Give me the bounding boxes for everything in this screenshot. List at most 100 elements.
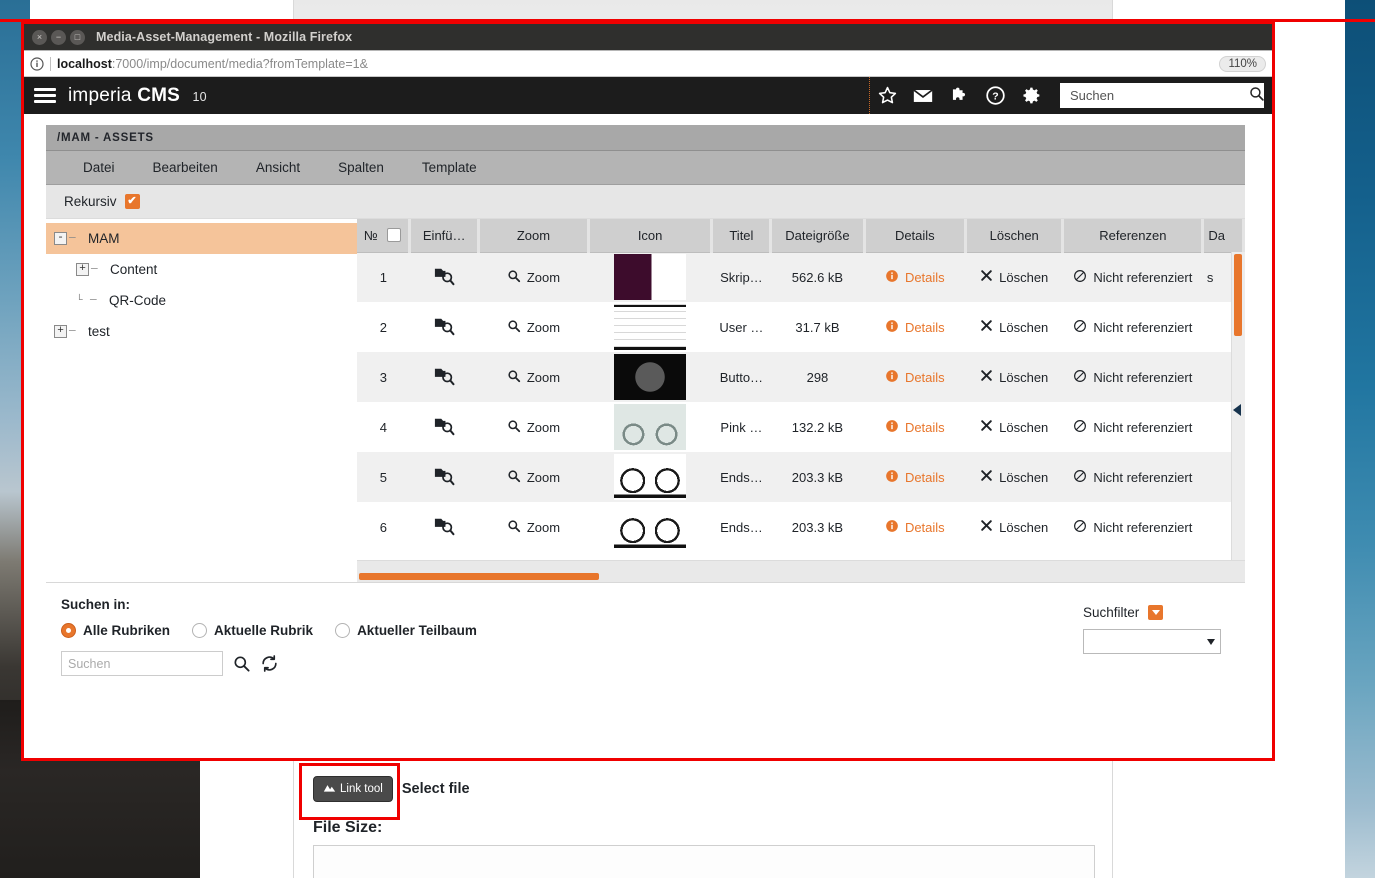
radio-aktueller-teilbaum[interactable]: Aktueller Teilbaum bbox=[335, 623, 477, 638]
delete-button[interactable]: Löschen bbox=[965, 402, 1063, 452]
column-header-details[interactable]: Details bbox=[864, 219, 968, 253]
menu-item-ansicht[interactable]: Ansicht bbox=[237, 160, 319, 175]
asset-thumbnail[interactable] bbox=[614, 254, 687, 301]
details-button[interactable]: Details bbox=[864, 502, 966, 552]
asset-thumbnail[interactable] bbox=[614, 504, 687, 550]
column-header-einfuegen[interactable]: Einfü… bbox=[409, 219, 481, 253]
cell-thumbnail[interactable] bbox=[588, 352, 712, 402]
table-row[interactable]: 3 Zoom Butto… 298 Details Löschen Nicht refere… bbox=[357, 352, 1244, 402]
table-vertical-scrollbar[interactable] bbox=[1231, 252, 1245, 560]
search-input[interactable] bbox=[61, 651, 223, 676]
insert-asset-button[interactable] bbox=[409, 352, 479, 402]
header-search-input[interactable] bbox=[1068, 87, 1248, 104]
star-icon[interactable] bbox=[876, 85, 898, 107]
zoom-button[interactable]: Zoom bbox=[478, 302, 589, 352]
recursive-checkbox[interactable]: ✔ bbox=[124, 194, 140, 209]
cell-thumbnail[interactable] bbox=[588, 302, 712, 352]
delete-link[interactable]: Löschen bbox=[980, 519, 1048, 535]
insert-asset-button[interactable] bbox=[409, 252, 479, 302]
refresh-icon[interactable] bbox=[260, 654, 279, 673]
zoom-button[interactable]: Zoom bbox=[478, 402, 589, 452]
header-search-box[interactable] bbox=[1060, 83, 1264, 108]
details-link[interactable]: Details bbox=[885, 369, 945, 386]
delete-button[interactable]: Löschen bbox=[965, 452, 1063, 502]
hamburger-menu-icon[interactable] bbox=[34, 88, 56, 103]
zoom-link[interactable]: Zoom bbox=[507, 269, 560, 286]
table-row[interactable]: 2 Zoom User … 31.7 kB Details Löschen Nicht re… bbox=[357, 302, 1244, 352]
table-row[interactable]: 5 Zoom Ends… 203.3 kB Details Löschen Nicht re… bbox=[357, 452, 1244, 502]
radio-indicator[interactable] bbox=[61, 623, 76, 638]
column-header-dateigroesse[interactable]: Dateigröße bbox=[770, 219, 866, 253]
details-button[interactable]: Details bbox=[864, 402, 966, 452]
file-size-input[interactable] bbox=[313, 845, 1095, 878]
column-header-referenzen[interactable]: Referenzen bbox=[1062, 219, 1205, 253]
radio-indicator[interactable] bbox=[192, 623, 208, 638]
column-header-titel[interactable]: Titel bbox=[711, 219, 773, 253]
delete-button[interactable]: Löschen bbox=[965, 302, 1063, 352]
zoom-link[interactable]: Zoom bbox=[507, 419, 560, 436]
delete-link[interactable]: Löschen bbox=[980, 369, 1048, 385]
tree-toggle-icon[interactable]: + bbox=[54, 325, 67, 338]
insert-asset-button[interactable] bbox=[409, 402, 479, 452]
tree-toggle-icon[interactable]: + bbox=[76, 263, 89, 276]
cell-thumbnail[interactable] bbox=[588, 252, 712, 302]
vertical-scrollbar-thumb[interactable] bbox=[1234, 254, 1242, 336]
delete-link[interactable]: Löschen bbox=[980, 319, 1048, 335]
asset-thumbnail[interactable] bbox=[614, 354, 687, 400]
menu-item-bearbeiten[interactable]: Bearbeiten bbox=[134, 160, 237, 175]
delete-button[interactable]: Löschen bbox=[965, 252, 1063, 302]
zoom-link[interactable]: Zoom bbox=[507, 319, 560, 336]
delete-link[interactable]: Löschen bbox=[980, 269, 1048, 285]
asset-thumbnail[interactable] bbox=[614, 454, 687, 500]
tree-node-content[interactable]: + ─ Content bbox=[46, 254, 357, 285]
table-horizontal-scrollbar[interactable] bbox=[357, 560, 1245, 582]
details-link[interactable]: Details bbox=[885, 519, 945, 536]
details-link[interactable]: Details bbox=[885, 419, 945, 436]
gear-icon[interactable] bbox=[1020, 85, 1042, 107]
details-link[interactable]: Details bbox=[885, 469, 945, 486]
link-tool-button[interactable]: Link tool bbox=[313, 776, 393, 802]
search-icon[interactable] bbox=[232, 654, 251, 673]
zoom-button[interactable]: Zoom bbox=[478, 452, 589, 502]
insert-asset-button[interactable] bbox=[409, 502, 479, 552]
asset-thumbnail[interactable] bbox=[614, 404, 687, 450]
radio-indicator[interactable] bbox=[335, 623, 351, 638]
delete-link[interactable]: Löschen bbox=[980, 419, 1048, 435]
details-button[interactable]: Details bbox=[864, 302, 966, 352]
tree-node-test[interactable]: + ─ test bbox=[46, 316, 357, 347]
table-row[interactable]: 1 Zoom Skrip… 562.6 kB Details Löschen Nicht r… bbox=[357, 252, 1244, 302]
column-header-no[interactable]: № bbox=[357, 219, 412, 253]
tree-toggle-icon[interactable]: - bbox=[54, 232, 67, 245]
radio-aktuelle-rubrik[interactable]: Aktuelle Rubrik bbox=[192, 623, 313, 638]
menu-item-template[interactable]: Template bbox=[403, 160, 496, 175]
cell-thumbnail[interactable] bbox=[588, 402, 712, 452]
chevron-down-icon[interactable] bbox=[1148, 605, 1164, 620]
column-header-icon[interactable]: Icon bbox=[588, 219, 714, 253]
help-icon[interactable]: ? bbox=[984, 85, 1006, 107]
select-all-checkbox[interactable] bbox=[387, 227, 402, 242]
chevron-left-icon[interactable] bbox=[1233, 404, 1241, 416]
tree-node-qr-code[interactable]: └ ─ QR-Code bbox=[46, 285, 357, 316]
browser-url-bar[interactable]: localhost:7000/imp/document/media?fromTe… bbox=[24, 50, 1272, 77]
zoom-link[interactable]: Zoom bbox=[507, 469, 560, 486]
details-link[interactable]: Details bbox=[885, 319, 945, 336]
menu-item-spalten[interactable]: Spalten bbox=[319, 160, 403, 175]
column-header-datum[interactable]: Da bbox=[1202, 219, 1245, 253]
zoom-level-badge[interactable]: 110% bbox=[1219, 55, 1266, 72]
insert-asset-button[interactable] bbox=[409, 302, 479, 352]
delete-button[interactable]: Löschen bbox=[965, 502, 1063, 552]
menu-item-datei[interactable]: Datei bbox=[64, 160, 134, 175]
cell-thumbnail[interactable] bbox=[588, 502, 712, 552]
page-info-icon[interactable] bbox=[30, 56, 44, 71]
radio-alle-rubriken[interactable]: Alle Rubriken bbox=[61, 623, 170, 638]
zoom-link[interactable]: Zoom bbox=[507, 369, 560, 386]
delete-link[interactable]: Löschen bbox=[980, 469, 1048, 485]
zoom-link[interactable]: Zoom bbox=[507, 519, 560, 536]
asset-thumbnail[interactable] bbox=[614, 304, 687, 350]
table-row[interactable]: 6 Zoom Ends… 203.3 kB Details Löschen Nicht re… bbox=[357, 502, 1244, 552]
table-row[interactable]: 4 Zoom Pink … 132.2 kB Details Löschen Nicht r… bbox=[357, 402, 1244, 452]
envelope-icon[interactable] bbox=[912, 85, 934, 107]
column-header-loeschen[interactable]: Löschen bbox=[965, 219, 1065, 253]
search-icon[interactable] bbox=[1248, 85, 1265, 107]
zoom-button[interactable]: Zoom bbox=[478, 502, 589, 552]
